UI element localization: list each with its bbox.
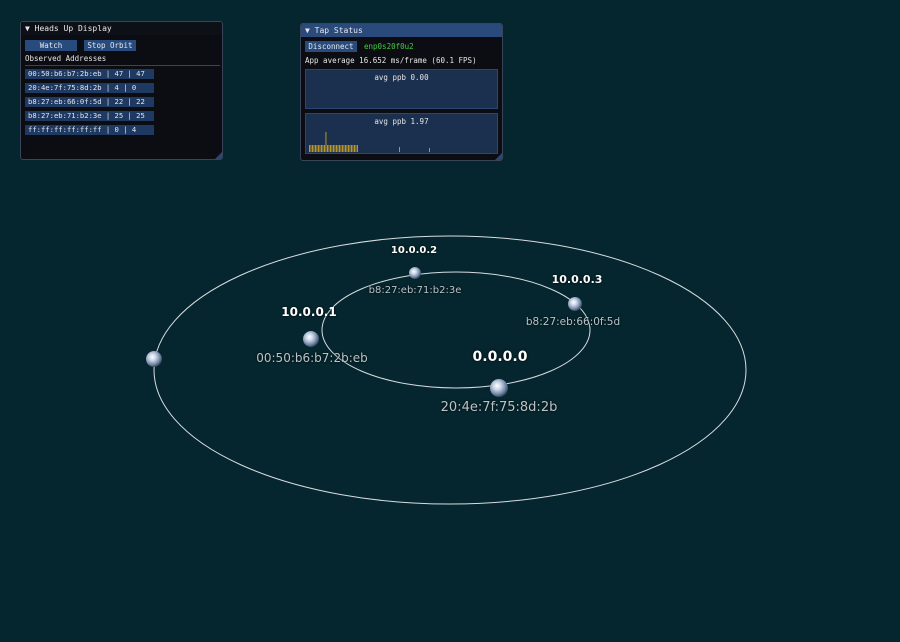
histogram-bar [334, 145, 336, 152]
address-row[interactable]: b8:27:eb:66:0f:5d | 22 | 22 [25, 97, 154, 107]
histogram-bar [313, 145, 315, 152]
separator [25, 65, 220, 66]
interface-name: enp0s20f0u2 [364, 42, 414, 51]
node-ip-label: 0.0.0.0 [472, 349, 528, 365]
histogram-bar [343, 145, 345, 152]
node-mac-label: 20:4e:7f:75:8d:2b [440, 400, 558, 415]
observed-addresses-label: Observed Addresses [25, 54, 107, 63]
histogram-bar [355, 145, 357, 152]
histogram-bar [310, 145, 312, 152]
node-ip-label: 10.0.0.3 [551, 273, 603, 286]
histogram-bar [309, 145, 310, 152]
histogram-bar [346, 145, 348, 152]
histogram-bar [399, 147, 400, 152]
histogram-bar [333, 145, 334, 152]
histogram-bar [354, 145, 355, 152]
ppb-plot-2[interactable]: avg ppb 1.97 [305, 113, 498, 154]
histogram-bar [322, 145, 324, 152]
address-row[interactable]: b8:27:eb:71:b2:3e | 25 | 25 [25, 111, 154, 121]
histogram-bar [345, 145, 346, 152]
node-mac-label: 00:50:b6:b7:2b:eb [256, 351, 368, 365]
tap-titlebar[interactable]: ▼ Tap Status [301, 24, 502, 37]
histogram-bar [331, 145, 333, 152]
histogram-bar [328, 145, 330, 152]
histogram-bar [351, 145, 352, 152]
address-row[interactable]: ff:ff:ff:ff:ff:ff | 0 | 4 [25, 125, 154, 135]
tap-status-panel[interactable]: ▼ Tap Status Disconnect enp0s20f0u2 App … [300, 23, 503, 161]
node-sphere-0-0-0-0[interactable] [490, 379, 508, 397]
node-sphere-10-0-0-2[interactable] [409, 267, 421, 279]
histogram-bar [340, 145, 342, 152]
node-sphere-10-0-0-1[interactable] [303, 331, 319, 347]
resize-grip-icon[interactable] [495, 153, 502, 160]
histogram-bar [321, 145, 322, 152]
node-sphere-broadcast[interactable] [146, 351, 162, 367]
histogram-bar [324, 145, 325, 152]
watch-button[interactable]: Watch [25, 40, 77, 51]
node-mac-label: b8:27:eb:71:b2:3e [368, 285, 462, 296]
histogram-bar [349, 145, 351, 152]
histogram-bar [312, 145, 313, 152]
histogram-bar [342, 145, 343, 152]
node-ip-label: 10.0.0.1 [281, 305, 337, 319]
hud-titlebar[interactable]: ▼ Heads Up Display [21, 22, 222, 35]
outer-orbit-ring [153, 235, 747, 505]
histogram-bar [348, 145, 349, 152]
address-row[interactable]: 20:4e:7f:75:8d:2b | 4 | 0 [25, 83, 154, 93]
histogram-bar [319, 145, 321, 152]
histogram-bar [330, 145, 331, 152]
histogram-bar [325, 132, 327, 152]
ppb-plot-1[interactable]: avg ppb 0.00 [305, 69, 498, 109]
histogram-bar [352, 145, 354, 152]
fps-readout: App average 16.652 ms/frame (60.1 FPS) [305, 56, 477, 65]
node-sphere-10-0-0-3[interactable] [568, 297, 582, 311]
heads-up-display-panel[interactable]: ▼ Heads Up Display Watch Stop Orbit Obse… [20, 21, 223, 160]
histogram-bar [339, 145, 340, 152]
plot-label: avg ppb 0.00 [374, 73, 429, 82]
histogram-bar [429, 148, 430, 152]
stop-orbit-button[interactable]: Stop Orbit [84, 40, 136, 51]
address-row[interactable]: 00:50:b6:b7:2b:eb | 47 | 47 [25, 69, 154, 79]
histogram-bar [327, 145, 328, 152]
histogram-bar [336, 145, 337, 152]
histogram-bar [357, 145, 358, 152]
resize-grip-icon[interactable] [215, 152, 222, 159]
node-ip-label: 10.0.0.2 [390, 245, 438, 256]
plot-label: avg ppb 1.97 [374, 117, 429, 126]
histogram-bar [337, 145, 339, 152]
histogram-bar [315, 145, 316, 152]
disconnect-button[interactable]: Disconnect [305, 41, 357, 52]
histogram-bar [316, 145, 318, 152]
histogram-bar [318, 145, 319, 152]
node-mac-label: b8:27:eb:66:0f:5d [525, 316, 621, 328]
